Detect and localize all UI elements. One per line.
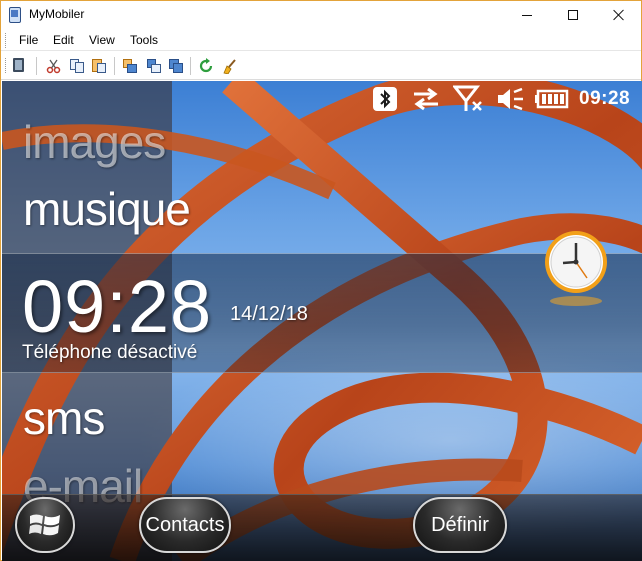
windows-logo-icon [29,514,60,536]
refresh-icon[interactable] [198,58,214,74]
softkey-definir[interactable]: Définir [413,497,507,553]
minimize-icon [522,14,532,16]
phone-status-text: Téléphone désactivé [22,342,198,363]
menu-file[interactable]: File [19,33,38,47]
maximize-button[interactable] [550,1,596,29]
today-item-musique[interactable]: musique [23,182,191,236]
close-icon [613,9,625,21]
menu-view[interactable]: View [89,33,115,47]
window-tile-icon[interactable] [122,58,138,74]
today-item-images[interactable]: images [23,115,166,169]
menu-tools[interactable]: Tools [130,33,158,47]
no-signal-icon [453,85,482,111]
minimize-button[interactable] [504,1,550,29]
start-button[interactable] [15,497,75,553]
mymobiler-window: MyMobiler File Edit View Tools 09:28 ima… [0,0,642,561]
broom-icon[interactable] [222,58,238,74]
device-screen[interactable]: 09:28 images musique 09:28 14/12/18 Télé… [2,81,642,561]
device-icon[interactable] [13,58,24,72]
window-stack-icon[interactable] [168,58,184,74]
title-bar: MyMobiler [1,1,641,29]
cut-icon[interactable] [46,58,62,74]
bluetooth-icon [373,87,397,111]
softkey-bar [2,494,642,561]
menu-grip [5,33,8,48]
close-button[interactable] [596,1,642,29]
menu-edit[interactable]: Edit [53,33,74,47]
app-icon [9,7,21,23]
toolbar-separator [190,57,191,75]
window-cascade-icon[interactable] [146,58,162,74]
toolbar [1,52,641,80]
home-date: 14/12/18 [230,303,308,325]
copy-icon[interactable] [69,58,85,74]
data-transfer-icon [414,87,438,111]
menu-bar: File Edit View Tools [1,29,641,51]
toolbar-grip [5,58,8,73]
toolbar-separator [114,57,115,75]
window-title: MyMobiler [29,7,85,21]
device-status-bar[interactable]: 09:28 [2,81,642,117]
today-item-sms[interactable]: sms [23,391,105,445]
softkey-contacts[interactable]: Contacts [139,497,231,553]
speaker-muted-icon [498,87,523,111]
battery-icon [535,89,569,109]
home-clock-time: 09:28 [22,265,213,348]
maximize-icon [568,10,578,20]
status-clock[interactable]: 09:28 [579,88,630,110]
alarm-clock-icon[interactable] [543,229,609,309]
toolbar-separator [36,57,37,75]
paste-icon[interactable] [91,58,107,74]
